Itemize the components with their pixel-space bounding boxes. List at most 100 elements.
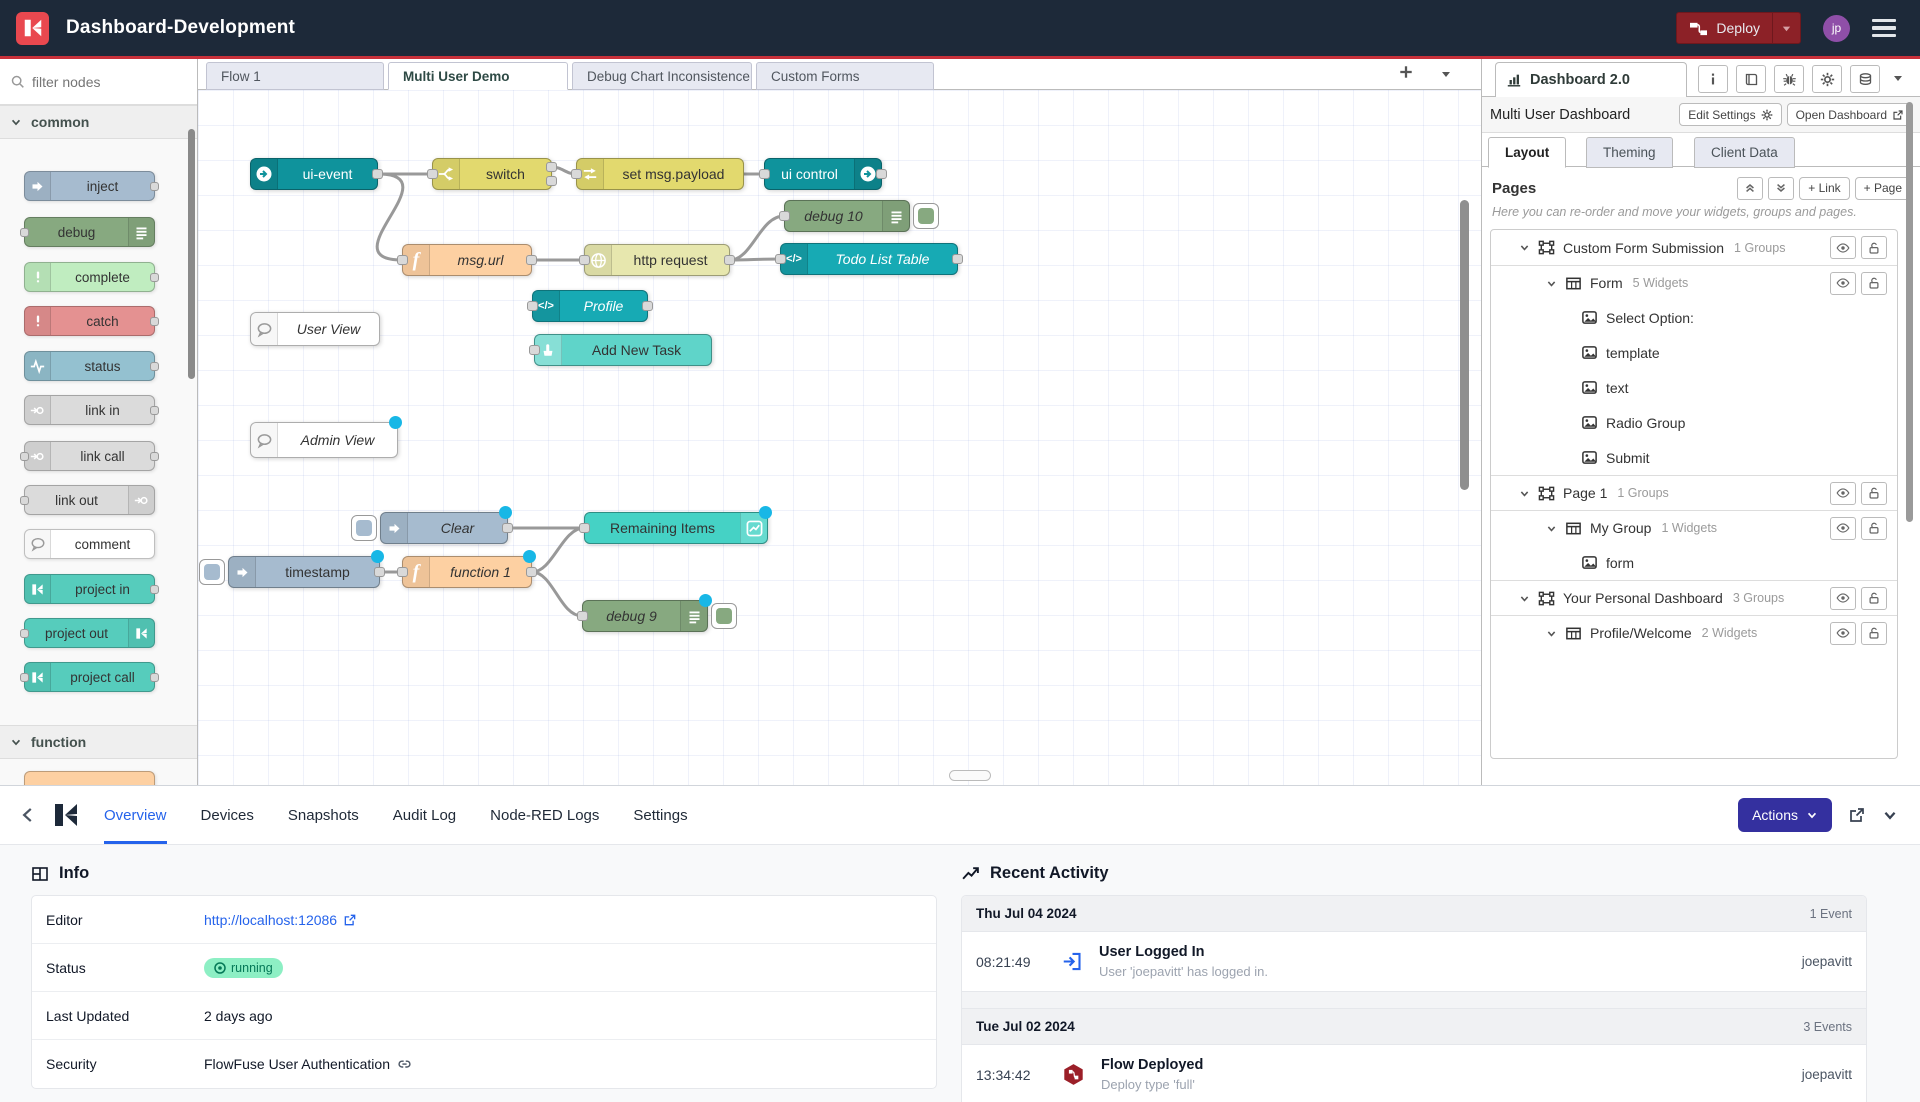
add-page-button[interactable]: + Page	[1855, 177, 1911, 200]
palette-scrollbar[interactable]	[188, 129, 195, 379]
tree-page-row[interactable]: Page 11 Groups	[1491, 475, 1897, 510]
collapse-all-button[interactable]	[1737, 177, 1763, 200]
panel-resize-handle[interactable]	[949, 770, 991, 781]
node-switch[interactable]: switch	[432, 158, 552, 190]
visibility-button[interactable]	[1830, 622, 1856, 645]
tree-group-row[interactable]: My Group1 Widgets	[1491, 510, 1897, 545]
node-http-request[interactable]: http request	[584, 244, 730, 276]
tree-widget-row[interactable]: template	[1491, 335, 1897, 370]
tree-group-row[interactable]: Form5 Widgets	[1491, 265, 1897, 300]
palette-node-status[interactable]: status	[24, 351, 155, 381]
palette-category-common[interactable]: common	[0, 105, 197, 139]
visibility-button[interactable]	[1830, 236, 1856, 259]
tree-widget-row[interactable]: Radio Group	[1491, 405, 1897, 440]
debug-toggle-button[interactable]	[913, 203, 939, 229]
tree-widget-row[interactable]: form	[1491, 545, 1897, 580]
sidebar-menu-caret[interactable]	[1892, 72, 1904, 84]
lock-button[interactable]	[1861, 272, 1887, 295]
palette-node-project-in[interactable]: project in	[24, 574, 155, 604]
node-remaining-items[interactable]: Remaining Items	[584, 512, 768, 544]
node-debug-9[interactable]: debug 9	[582, 600, 708, 632]
tab-layout[interactable]: Layout	[1488, 137, 1566, 168]
flow-canvas[interactable]: ui-event switch set msg.payload ui contr…	[198, 90, 1481, 785]
palette-node-project-call[interactable]: project call	[24, 662, 155, 692]
palette-node-debug[interactable]: debug	[24, 217, 155, 247]
node-inject-timestamp[interactable]: timestamp	[228, 556, 380, 588]
flow-tab-1[interactable]: Flow 1	[206, 62, 384, 90]
node-ui-control[interactable]: ui control	[764, 158, 882, 190]
open-editor-external-icon[interactable]	[1848, 806, 1866, 824]
palette-node-link-out[interactable]: link out	[24, 485, 155, 515]
config-sidebar-button[interactable]	[1812, 65, 1842, 93]
node-profile[interactable]: </>Profile	[532, 290, 648, 322]
node-comment-user-view[interactable]: User View	[250, 312, 380, 346]
tab-overview[interactable]: Overview	[104, 786, 167, 844]
context-sidebar-button[interactable]	[1850, 65, 1880, 93]
node-ui-event[interactable]: ui-event	[250, 158, 378, 190]
flow-tab-debug-chart[interactable]: Debug Chart Inconsistence S	[572, 62, 752, 90]
open-dashboard-button[interactable]: Open Dashboard	[1787, 103, 1913, 126]
palette-node-catch[interactable]: catch	[24, 306, 155, 336]
lock-button[interactable]	[1861, 482, 1887, 505]
tree-widget-row[interactable]: text	[1491, 370, 1897, 405]
inject-button[interactable]	[199, 559, 225, 585]
tree-group-row[interactable]: Profile/Welcome2 Widgets	[1491, 615, 1897, 650]
node-msg-url[interactable]: fmsg.url	[402, 244, 532, 276]
actions-button[interactable]: Actions	[1738, 798, 1832, 832]
visibility-button[interactable]	[1830, 482, 1856, 505]
activity-entry[interactable]: 13:34:42 Flow Deployed Deploy type 'full…	[962, 1045, 1866, 1102]
node-function-1[interactable]: ffunction 1	[402, 556, 532, 588]
node-set-msg-payload[interactable]: set msg.payload	[576, 158, 744, 190]
palette-search[interactable]	[0, 59, 197, 105]
chain-link-icon[interactable]	[397, 1057, 412, 1072]
tab-audit-log[interactable]: Audit Log	[393, 786, 456, 844]
tree-widget-row[interactable]: Select Option:	[1491, 300, 1897, 335]
node-add-new-task[interactable]: Add New Task	[534, 334, 712, 366]
tab-node-red-logs[interactable]: Node-RED Logs	[490, 786, 599, 844]
flow-tab-multi-user-demo[interactable]: Multi User Demo	[388, 62, 568, 90]
collapse-panel-icon[interactable]	[1882, 807, 1898, 823]
deploy-button[interactable]: Deploy	[1676, 12, 1801, 44]
palette-node-project-out[interactable]: project out	[24, 618, 155, 648]
node-comment-admin-view[interactable]: Admin View	[250, 422, 398, 458]
inject-button[interactable]	[351, 515, 377, 541]
help-sidebar-button[interactable]	[1736, 65, 1766, 93]
tree-widget-row[interactable]: Submit	[1491, 440, 1897, 475]
palette-node-link-in[interactable]: link in	[24, 395, 155, 425]
debug-toggle-button[interactable]	[711, 603, 737, 629]
palette-node-partial[interactable]	[24, 771, 155, 785]
palette-category-function[interactable]: function	[0, 725, 197, 759]
lock-button[interactable]	[1861, 236, 1887, 259]
debug-sidebar-button[interactable]	[1774, 65, 1804, 93]
editor-link[interactable]: http://localhost:12086	[204, 912, 357, 928]
avatar[interactable]: jp	[1823, 15, 1850, 42]
edit-settings-button[interactable]: Edit Settings	[1679, 103, 1781, 126]
palette-node-inject[interactable]: inject	[24, 171, 155, 201]
node-inject-clear[interactable]: Clear	[380, 512, 508, 544]
lock-button[interactable]	[1861, 622, 1887, 645]
node-todo-list-table[interactable]: </>Todo List Table	[780, 243, 958, 275]
lock-button[interactable]	[1861, 517, 1887, 540]
flow-list-caret[interactable]	[1440, 68, 1452, 80]
lock-button[interactable]	[1861, 587, 1887, 610]
search-input[interactable]	[32, 74, 172, 90]
add-flow-button[interactable]	[1398, 64, 1414, 80]
tab-client-data[interactable]: Client Data	[1694, 137, 1795, 168]
add-link-button[interactable]: + Link	[1799, 177, 1849, 200]
sidebar-scrollbar[interactable]	[1906, 102, 1913, 522]
palette-node-complete[interactable]: complete	[24, 262, 155, 292]
expand-all-button[interactable]	[1768, 177, 1794, 200]
visibility-button[interactable]	[1830, 587, 1856, 610]
palette-node-link-call[interactable]: link call	[24, 441, 155, 471]
canvas-scrollbar-vertical[interactable]	[1460, 200, 1469, 490]
activity-entry[interactable]: 08:21:49 User Logged In User 'joepavitt'…	[962, 932, 1866, 992]
visibility-button[interactable]	[1830, 517, 1856, 540]
back-arrow-icon[interactable]	[18, 805, 38, 825]
tab-settings[interactable]: Settings	[633, 786, 687, 844]
tree-page-row[interactable]: Your Personal Dashboard3 Groups	[1491, 580, 1897, 615]
tab-dashboard-2[interactable]: Dashboard 2.0	[1495, 62, 1687, 97]
tab-snapshots[interactable]: Snapshots	[288, 786, 359, 844]
visibility-button[interactable]	[1830, 272, 1856, 295]
tab-devices[interactable]: Devices	[201, 786, 254, 844]
deploy-menu-caret[interactable]	[1772, 13, 1800, 43]
